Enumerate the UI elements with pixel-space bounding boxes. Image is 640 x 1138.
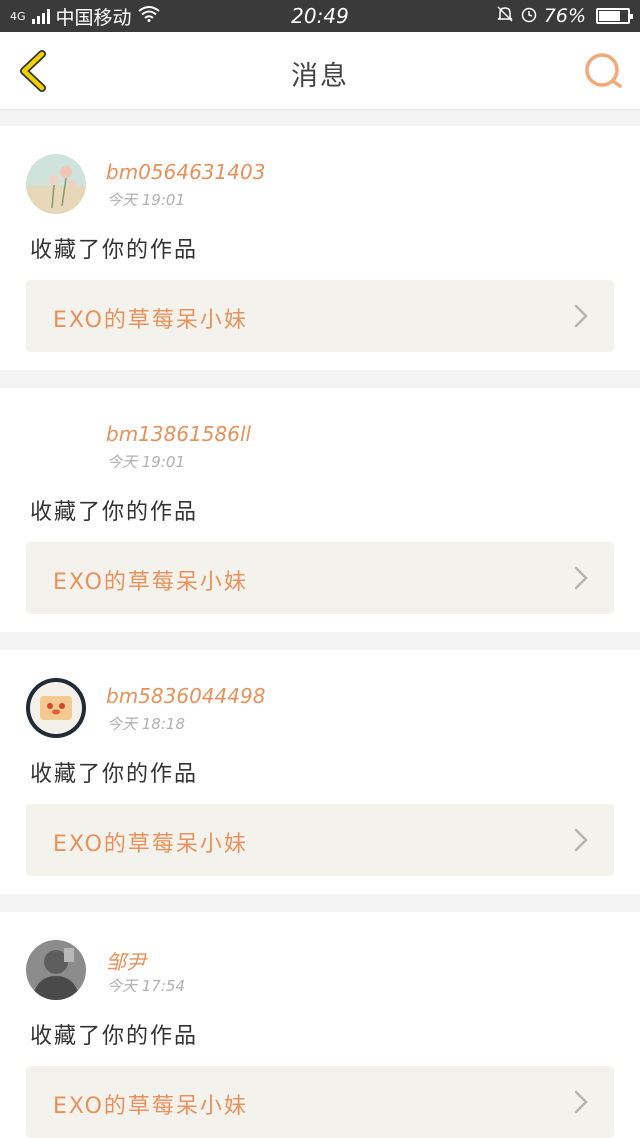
- action-text: 收藏了你的作品: [30, 500, 199, 525]
- battery-fill: [599, 11, 621, 21]
- work-link[interactable]: EXO的草莓呆小妹: [26, 1066, 614, 1138]
- message-item: bm5836044498 今天 18:18 收藏了你的作品 EXO的草莓呆小妹: [0, 650, 640, 894]
- flower-avatar[interactable]: [26, 154, 86, 214]
- message-item: 邹尹 今天 17:54 收藏了你的作品 EXO的草莓呆小妹: [0, 912, 640, 1138]
- message-list: bm0564631403 今天 19:01 收藏了你的作品 EXO的草莓呆小妹 …: [0, 126, 640, 1138]
- message-time: 今天 19:01: [107, 453, 185, 471]
- username[interactable]: bm5836044498: [106, 684, 265, 708]
- photo-avatar[interactable]: [26, 940, 86, 1000]
- work-title: EXO的草莓呆小妹: [53, 1094, 248, 1119]
- username[interactable]: bm13861586ll: [106, 422, 251, 446]
- username[interactable]: 邹尹: [106, 946, 146, 975]
- clock-time: 20:49: [291, 4, 349, 28]
- message-item: bm0564631403 今天 19:01 收藏了你的作品 EXO的草莓呆小妹: [0, 126, 640, 370]
- chevron-right-icon: [574, 566, 588, 590]
- work-title: EXO的草莓呆小妹: [53, 832, 248, 857]
- work-title: EXO的草莓呆小妹: [53, 308, 248, 333]
- work-link[interactable]: EXO的草莓呆小妹: [26, 280, 614, 352]
- search-button[interactable]: [582, 50, 626, 94]
- message-time: 今天 19:01: [107, 191, 185, 209]
- search-icon: [585, 53, 622, 88]
- chevron-right-icon: [574, 1090, 588, 1114]
- message-time: 今天 18:18: [107, 715, 185, 733]
- action-text: 收藏了你的作品: [30, 238, 199, 263]
- chevron-right-icon: [574, 304, 588, 328]
- page-title: 消息: [291, 61, 349, 92]
- username[interactable]: bm0564631403: [106, 160, 265, 184]
- message-time: 今天 17:54: [107, 977, 185, 995]
- message-item: bm13861586ll 今天 19:01 收藏了你的作品 EXO的草莓呆小妹: [0, 388, 640, 632]
- action-text: 收藏了你的作品: [30, 762, 199, 787]
- toast-avatar[interactable]: [26, 678, 86, 738]
- status-bar: 4G 中国移动 20:49 76%: [0, 0, 640, 32]
- chevron-right-icon: [574, 828, 588, 852]
- work-title: EXO的草莓呆小妹: [53, 570, 248, 595]
- work-link[interactable]: EXO的草莓呆小妹: [26, 804, 614, 876]
- battery-icon: [596, 8, 633, 24]
- work-link[interactable]: EXO的草莓呆小妹: [26, 542, 614, 614]
- blank-avatar[interactable]: [26, 416, 86, 476]
- action-text: 收藏了你的作品: [30, 1024, 199, 1049]
- nav-header: 消息: [0, 32, 640, 110]
